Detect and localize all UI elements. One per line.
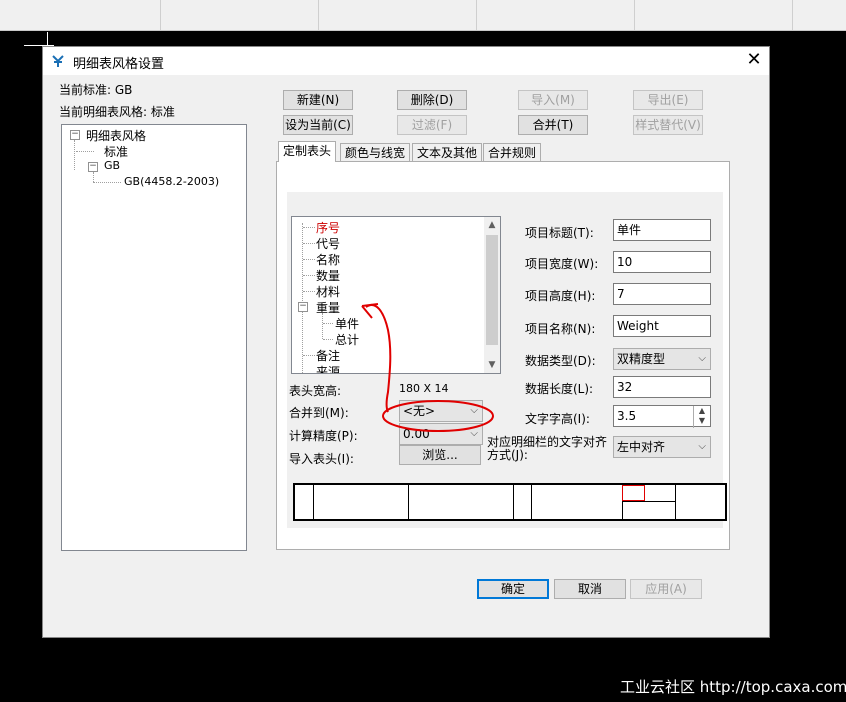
tab-custom-header[interactable]: 定制表头: [278, 141, 337, 162]
annotation-circle: [382, 400, 494, 432]
annotation-overlay: [361, 303, 494, 432]
watermark: 工业云社区 http://top.caxa.com/: [620, 678, 846, 696]
annotation-arrow: [365, 304, 392, 413]
